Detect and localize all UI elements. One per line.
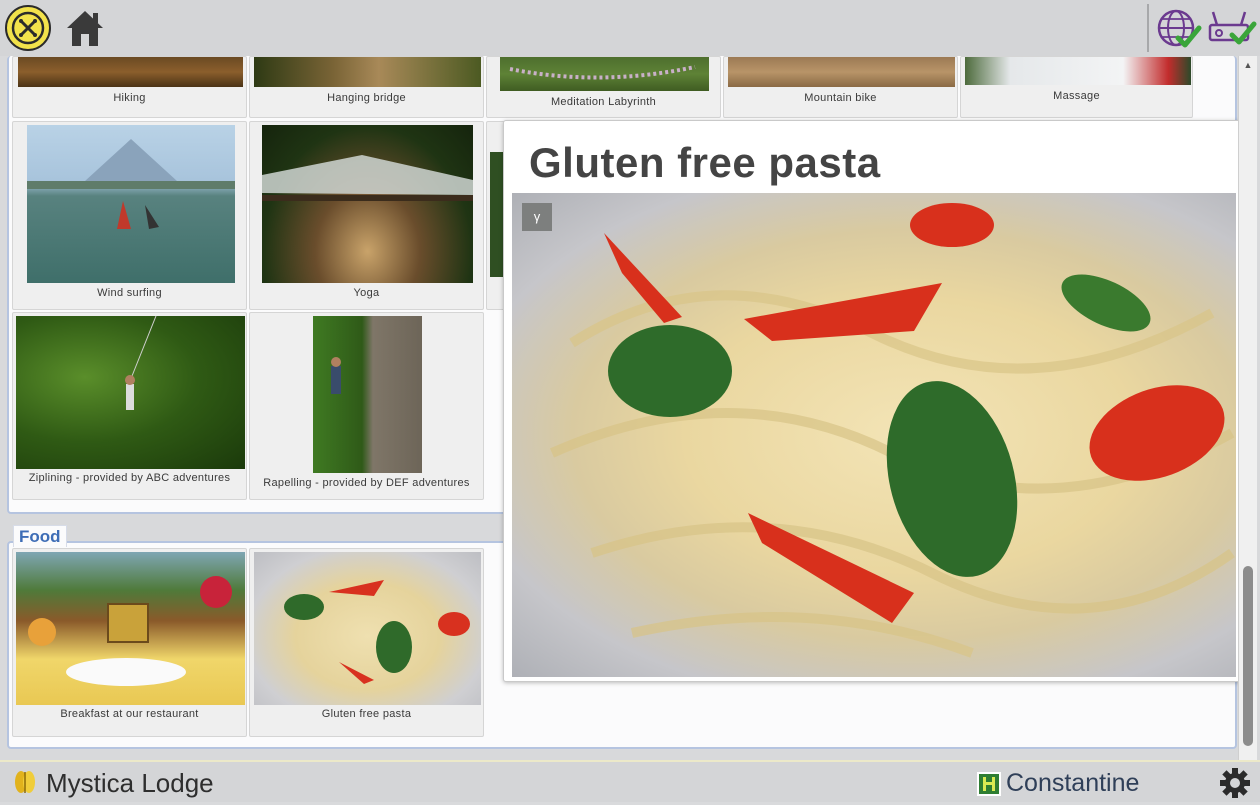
close-circle-icon[interactable] (5, 5, 51, 51)
activity-card-hiking[interactable]: Hiking (12, 56, 247, 118)
popup-badge[interactable]: γ (522, 203, 552, 231)
partial-photo (490, 152, 504, 277)
card-caption: Rapelling - provided by DEF adventures (263, 477, 470, 489)
globe-check-icon[interactable] (1156, 6, 1202, 50)
mountain-bike-photo (728, 57, 955, 87)
bottom-status-bar: Mystica Lodge Constantine (0, 760, 1260, 802)
image-preview-popup[interactable]: Gluten free pasta γ (503, 120, 1241, 682)
activity-card-massage[interactable]: Massage (960, 56, 1193, 118)
top-toolbar (0, 0, 1260, 57)
popup-title: Gluten free pasta (529, 139, 881, 186)
yoga-photo (262, 125, 473, 283)
hiking-photo (18, 57, 243, 87)
card-caption: Yoga (353, 287, 380, 299)
wind-surfing-photo (27, 125, 235, 283)
vertical-scrollbar[interactable]: ▲ (1238, 56, 1257, 760)
ziplining-photo (16, 316, 245, 469)
scroll-up-icon[interactable]: ▲ (1239, 60, 1257, 70)
scrollbar-thumb[interactable] (1243, 566, 1253, 746)
activity-card-yoga[interactable]: Yoga (249, 121, 484, 310)
activity-card-rapelling[interactable]: Rapelling - provided by DEF adventures (249, 312, 484, 500)
activity-card-meditation-labyrinth[interactable]: Meditation Labyrinth (486, 56, 721, 118)
card-caption: Gluten free pasta (321, 708, 412, 720)
food-section-label: Food (13, 525, 67, 547)
card-caption: Mountain bike (804, 92, 877, 104)
meditation-labyrinth-photo (500, 57, 709, 91)
card-caption: Wind surfing (97, 287, 162, 299)
food-card-gluten-free-pasta[interactable]: Gluten free pasta (249, 548, 484, 737)
activity-card-hanging-bridge[interactable]: Hanging bridge (249, 56, 484, 118)
lodge-logo-icon (12, 769, 38, 795)
user-badge-icon (977, 772, 1001, 796)
food-card-breakfast[interactable]: Breakfast at our restaurant (12, 548, 247, 737)
toolbar-divider (1147, 4, 1149, 52)
gear-icon[interactable] (1218, 766, 1252, 800)
activity-card-mountain-bike[interactable]: Mountain bike (723, 56, 958, 118)
massage-photo (965, 57, 1191, 85)
home-icon[interactable] (63, 6, 107, 50)
activity-card-ziplining[interactable]: Ziplining - provided by ABC adventures (12, 312, 247, 500)
card-caption: Hiking (113, 92, 146, 104)
hanging-bridge-photo (254, 57, 481, 87)
breakfast-photo (16, 552, 245, 705)
rapelling-photo (313, 316, 422, 473)
popup-pasta-photo (512, 193, 1236, 677)
card-caption: Breakfast at our restaurant (60, 708, 199, 720)
card-caption: Meditation Labyrinth (550, 96, 657, 108)
card-caption: Hanging bridge (327, 92, 406, 104)
card-caption: Ziplining - provided by ABC adventures (28, 472, 231, 484)
card-caption: Massage (1053, 90, 1100, 102)
gluten-free-pasta-photo (254, 552, 481, 705)
router-check-icon[interactable] (1207, 8, 1257, 48)
user-name[interactable]: Constantine (1006, 769, 1139, 798)
activity-card-wind-surfing[interactable]: Wind surfing (12, 121, 247, 310)
lodge-name: Mystica Lodge (46, 768, 214, 798)
